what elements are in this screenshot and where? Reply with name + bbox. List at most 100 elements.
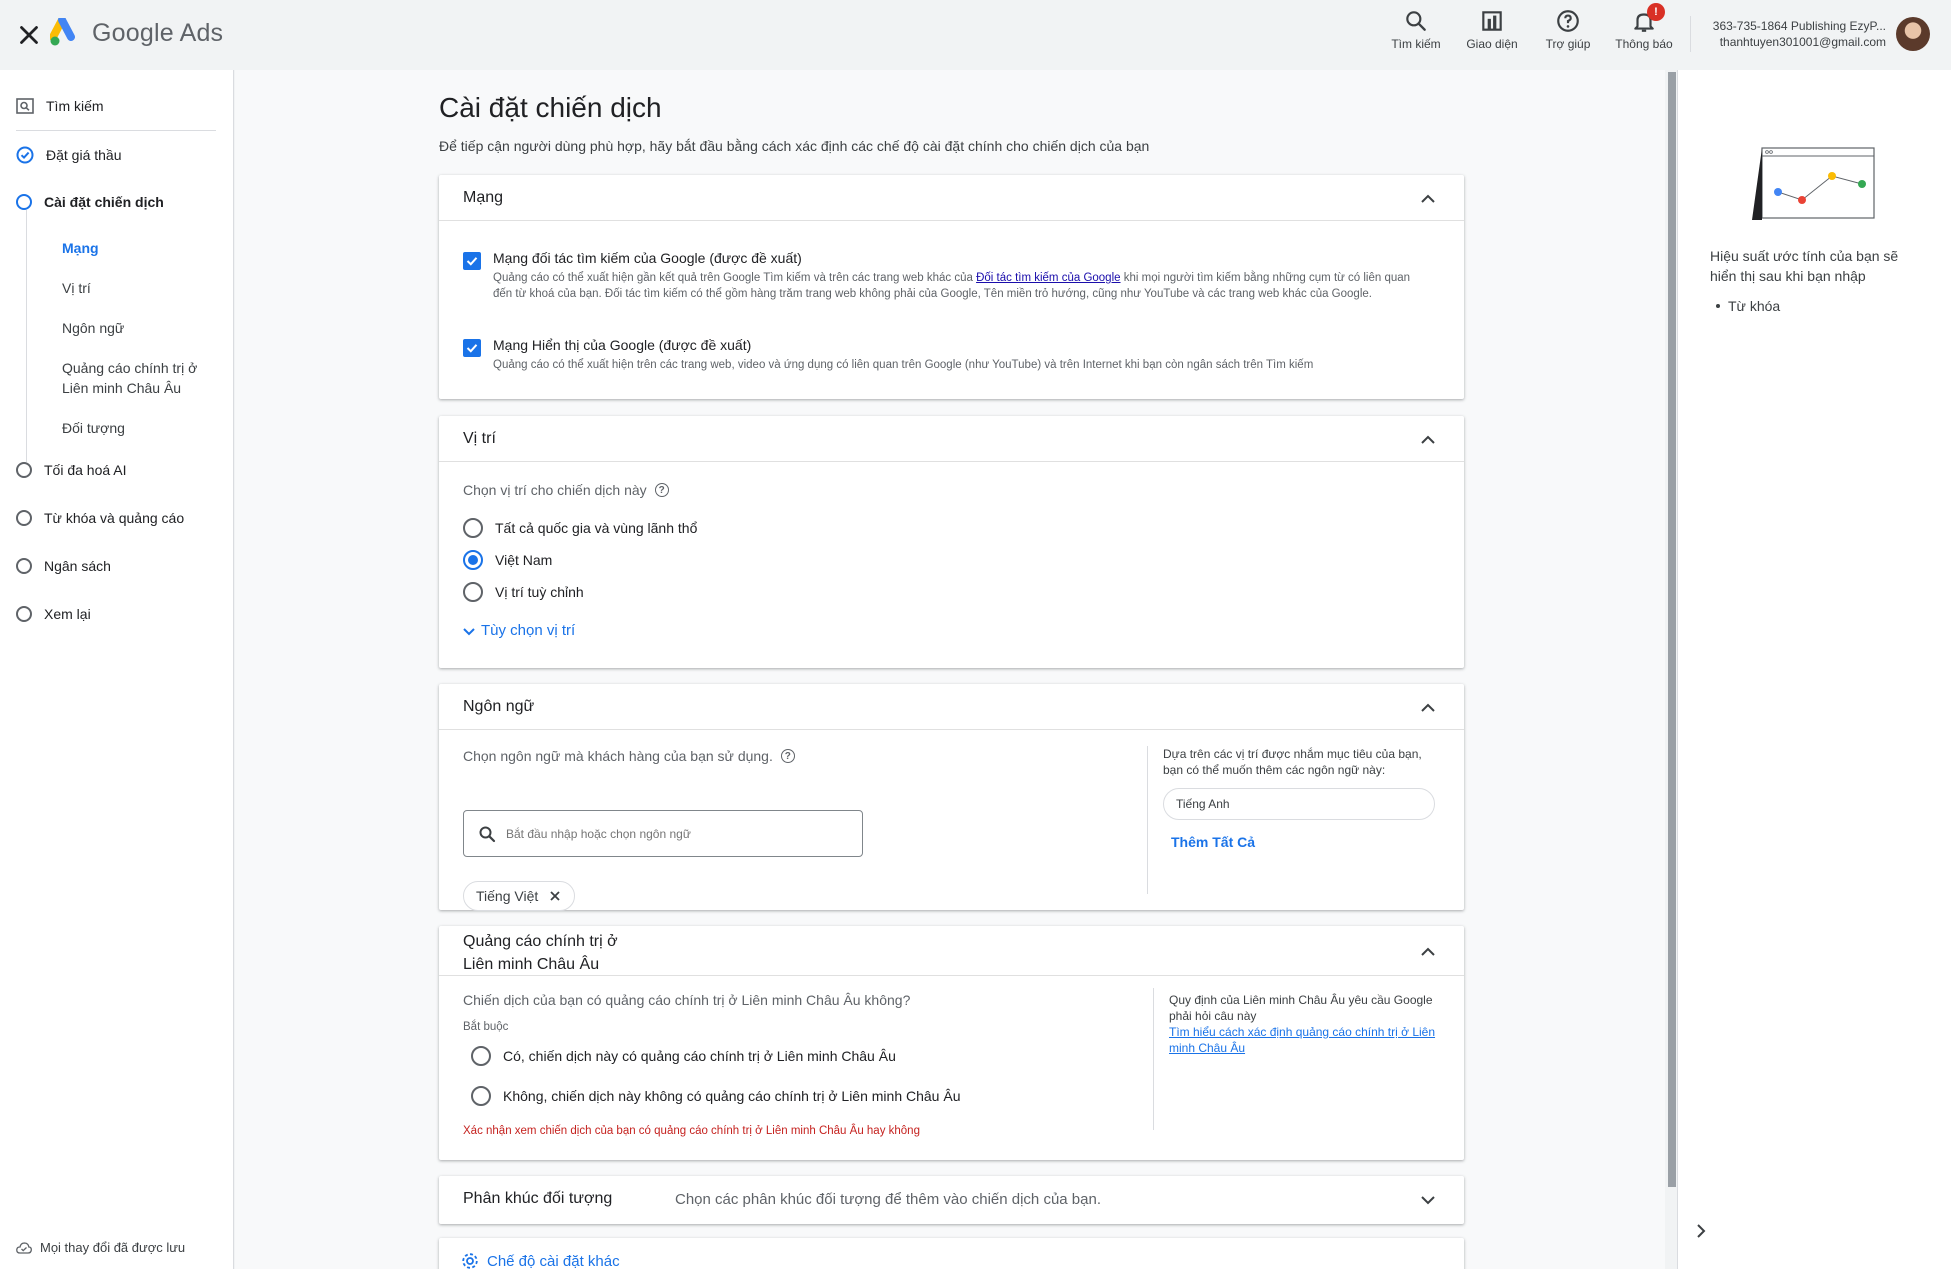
display-network-checkbox[interactable]	[463, 339, 481, 357]
location-options-label: Tùy chọn vị trí	[481, 622, 576, 639]
sidebar-subitem-audience[interactable]: Đối tượng	[62, 418, 222, 438]
language-search-input[interactable]	[506, 826, 846, 841]
location-card-title: Vị trí	[463, 430, 496, 447]
performance-panel-bullet: Từ khóa	[1716, 298, 1780, 314]
sidebar-item-label: Tìm kiếm	[46, 98, 104, 114]
chevron-right-icon[interactable]	[1692, 1222, 1710, 1240]
location-option-label: Tất cả quốc gia và vùng lãnh thổ	[495, 520, 698, 536]
location-option-all[interactable]: Tất cả quốc gia và vùng lãnh thổ	[463, 518, 697, 538]
search-network-description: Quảng cáo có thể xuất hiện gần kết quả t…	[493, 270, 1423, 302]
top-help-button[interactable]: Trợ giúp	[1530, 8, 1606, 51]
account-info[interactable]: 363-735-1864 Publishing EzyP... thanhtuy…	[1700, 18, 1886, 50]
eu-political-option-yes[interactable]: Có, chiến dịch này có quảng cáo chính tr…	[471, 1046, 896, 1066]
checkmark-icon	[466, 344, 478, 353]
sidebar-subitem-networks[interactable]: Mạng	[62, 238, 222, 258]
eu-political-title-line2: Liên minh Châu Âu	[463, 956, 600, 973]
account-email: thanhtuyen301001@gmail.com	[1719, 35, 1886, 49]
sidebar-item-bidding[interactable]: Đặt giá thầu	[16, 146, 122, 164]
sidebar-item-keywords-ads[interactable]: Từ khóa và quảng cáo	[16, 510, 184, 526]
location-option-custom[interactable]: Vị trí tuỳ chỉnh	[463, 582, 584, 602]
step-circle-icon	[16, 194, 32, 210]
help-icon	[1557, 10, 1579, 32]
top-appearance-button[interactable]: Giao diện	[1454, 8, 1530, 51]
radio-button[interactable]	[463, 582, 483, 602]
radio-button-selected[interactable]	[463, 550, 483, 570]
eu-political-option-no[interactable]: Không, chiến dịch này không có quảng cáo…	[471, 1086, 960, 1106]
search-network-checkbox[interactable]	[463, 252, 481, 270]
help-circle-icon[interactable]: ?	[654, 483, 669, 497]
search-network-desc-before: Quảng cáo có thể xuất hiện gần kết quả t…	[493, 272, 977, 284]
account-name: 363-735-1864 Publishing EzyP...	[1712, 19, 1886, 33]
radio-button[interactable]	[471, 1086, 491, 1106]
sidebar-item-budget[interactable]: Ngân sách	[16, 558, 111, 574]
suggested-language-english[interactable]: Tiếng Anh	[1163, 788, 1435, 820]
close-icon[interactable]	[14, 20, 44, 50]
sidebar-item-search[interactable]: Tìm kiếm	[16, 98, 104, 114]
sidebar-item-label: Ngân sách	[44, 558, 111, 574]
eu-political-side-note: Quy định của Liên minh Châu Âu yêu cầu G…	[1169, 992, 1439, 1056]
language-divider	[1147, 746, 1148, 894]
networks-card-title: Mạng	[463, 189, 504, 206]
saved-status: Mọi thay đổi đã được lưu	[16, 1240, 185, 1255]
notification-badge: !	[1647, 3, 1665, 21]
more-settings-label: Chế độ cài đặt khác	[487, 1252, 620, 1269]
sidebar-item-ai-max[interactable]: Tối đa hoá AI	[16, 462, 127, 478]
eu-political-learn-link[interactable]: Tìm hiểu cách xác định quảng cáo chính t…	[1169, 1025, 1435, 1055]
radio-button[interactable]	[471, 1046, 491, 1066]
eu-political-question: Chiến dịch của bạn có quảng cáo chính tr…	[463, 992, 911, 1008]
eu-political-error: Xác nhận xem chiến dịch của bạn có quảng…	[463, 1125, 920, 1137]
location-card-header[interactable]: Vị trí	[439, 416, 1464, 462]
audience-card-header[interactable]: Phân khúc đối tượng Chọn các phân khúc đ…	[439, 1176, 1464, 1224]
google-ads-logo[interactable]: Google Ads	[50, 18, 223, 48]
top-notifications-button[interactable]: ! Thông báo	[1606, 3, 1682, 51]
more-settings-card: Chế độ cài đặt khác	[439, 1238, 1464, 1269]
language-card-title: Ngôn ngữ	[463, 698, 535, 715]
language-card-header[interactable]: Ngôn ngữ	[439, 684, 1464, 730]
eu-political-card-title: Quảng cáo chính trị ở Liên minh Châu Âu	[463, 930, 618, 976]
left-nav: Tìm kiếm Đặt giá thầu Cài đặt chiến dịch…	[0, 70, 234, 1269]
gear-icon	[462, 1253, 478, 1269]
chevron-up-icon	[1421, 947, 1435, 956]
sidebar-subitem-location[interactable]: Vị trí	[62, 278, 222, 298]
eu-political-option-label: Có, chiến dịch này có quảng cáo chính tr…	[503, 1048, 896, 1064]
step-circle-icon	[16, 510, 32, 526]
eu-political-card-header[interactable]: Quảng cáo chính trị ở Liên minh Châu Âu	[439, 926, 1464, 976]
language-search-box[interactable]	[463, 810, 863, 857]
close-icon[interactable]	[548, 889, 562, 903]
step-circle-icon	[16, 462, 32, 478]
language-chip-vietnamese: Tiếng Việt	[463, 881, 576, 911]
location-options-toggle[interactable]: Tùy chọn vị trí	[461, 622, 575, 639]
app-name: Google Ads	[92, 18, 224, 47]
more-settings-button[interactable]: Chế độ cài đặt khác	[461, 1252, 620, 1269]
language-prompt: Chọn ngôn ngữ mà khách hàng của bạn sử d…	[463, 748, 795, 764]
check-circle-icon	[16, 146, 34, 164]
main-scrollbar-thumb[interactable]	[1668, 72, 1676, 1187]
display-network-description: Quảng cáo có thể xuất hiện trên các tran…	[493, 359, 1314, 371]
search-network-label: Mạng đối tác tìm kiếm của Google (được đ…	[493, 250, 802, 266]
chevron-up-icon	[1421, 194, 1435, 203]
location-option-vietnam[interactable]: Việt Nam	[463, 550, 552, 570]
sidebar-item-label: Tối đa hoá AI	[44, 462, 127, 478]
saved-status-text: Mọi thay đổi đã được lưu	[40, 1240, 186, 1255]
sidebar-subitem-language[interactable]: Ngôn ngữ	[62, 318, 222, 338]
search-partners-link[interactable]: Đối tác tìm kiếm của Google	[976, 272, 1120, 284]
top-help-label: Trợ giúp	[1545, 37, 1591, 51]
avatar[interactable]	[1896, 17, 1930, 51]
networks-card-header[interactable]: Mạng	[439, 175, 1464, 221]
chevron-down-icon	[1421, 1196, 1435, 1205]
location-prompt: Chọn vị trí cho chiến dịch này ?	[463, 482, 669, 498]
sidebar-item-label: Từ khóa và quảng cáo	[44, 510, 185, 526]
location-option-label: Việt Nam	[495, 552, 553, 568]
search-box-icon	[16, 98, 34, 114]
help-circle-icon[interactable]: ?	[780, 749, 795, 763]
performance-panel-text: Hiệu suất ước tính của bạn sẽ hiển thị s…	[1710, 248, 1899, 284]
top-search-button[interactable]: Tìm kiếm	[1378, 8, 1454, 51]
chevron-down-icon	[463, 627, 475, 635]
sidebar-item-review[interactable]: Xem lại	[16, 606, 91, 622]
radio-button[interactable]	[463, 518, 483, 538]
sidebar-subitem-eu-political[interactable]: Quảng cáo chính trị ở Liên minh Châu Âu	[62, 358, 222, 398]
add-all-languages-button[interactable]: Thêm Tất Cả	[1171, 834, 1255, 850]
location-card: Vị trí Chọn vị trí cho chiến dịch này ? …	[439, 416, 1464, 668]
sidebar-item-campaign-settings[interactable]: Cài đặt chiến dịch	[16, 194, 164, 210]
chevron-up-icon	[1421, 435, 1435, 444]
